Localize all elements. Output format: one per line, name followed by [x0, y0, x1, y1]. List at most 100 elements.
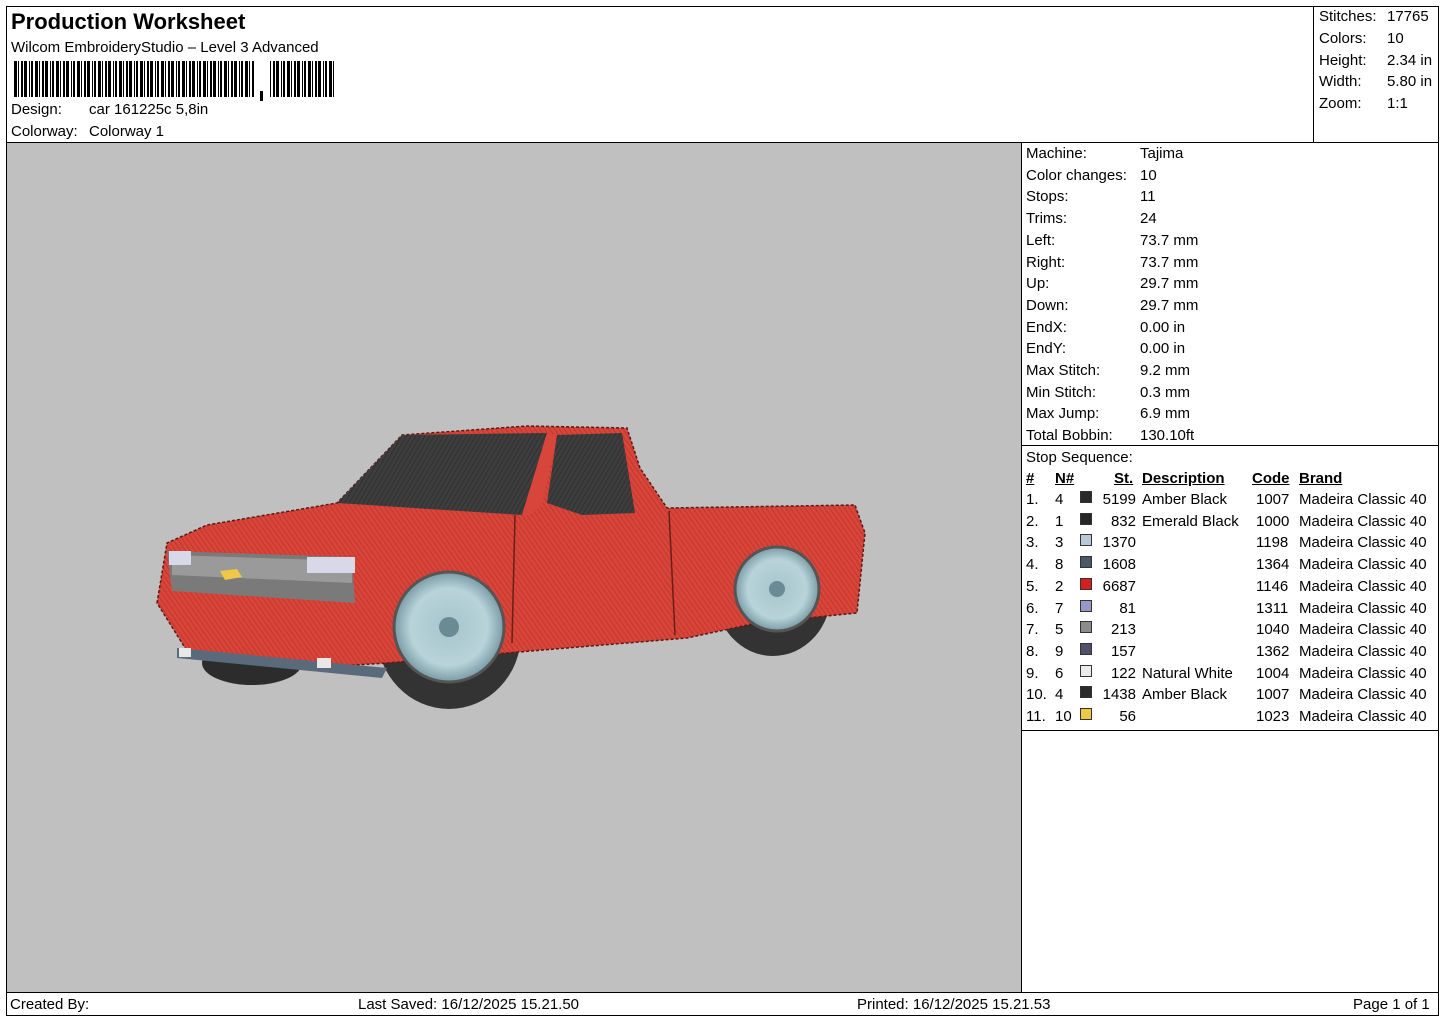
- row-brand: Madeira Classic 40: [1299, 534, 1427, 552]
- row-brand: Madeira Classic 40: [1299, 664, 1427, 682]
- row-stitches: 832: [1110, 512, 1136, 530]
- row-brand: Madeira Classic 40: [1299, 491, 1427, 508]
- machine-info-value: Tajima: [1140, 145, 1184, 162]
- stop-sequence-row: 8. 9 157 1362 Madeira Classic 40: [1022, 642, 1439, 665]
- machine-info-value: 0.00 in: [1140, 318, 1186, 336]
- col-header-n: N#: [1055, 470, 1075, 487]
- stat-height: Height: 2.34 in: [1319, 52, 1433, 69]
- machine-info-value: 73.7 mm: [1140, 253, 1199, 271]
- row-description: Emerald Black: [1142, 512, 1239, 530]
- machine-info-value: 24: [1140, 210, 1157, 228]
- row-code: 1007: [1256, 686, 1290, 704]
- col-header-brand: Brand: [1299, 470, 1343, 487]
- stop-sequence-row: 7. 5 213 1040 Madeira Classic 40: [1022, 621, 1439, 643]
- machine-info-label: Trims:: [1026, 210, 1068, 228]
- row-index: 11.: [1026, 708, 1046, 725]
- machine-info-label: Right:: [1026, 253, 1066, 271]
- row-needle: 7: [1055, 599, 1064, 617]
- row-stitches: 1438: [1102, 686, 1136, 704]
- machine-info-value: 29.7 mm: [1140, 296, 1199, 314]
- row-index: 9.: [1026, 664, 1039, 682]
- machine-info-value: 29.7 mm: [1140, 275, 1199, 293]
- row-brand: Madeira Classic 40: [1299, 708, 1427, 725]
- row-code: 1023: [1256, 708, 1290, 725]
- row-needle: 5: [1055, 621, 1064, 639]
- thread-color-swatch: [1080, 556, 1092, 569]
- design-row: Design: car 161225c 5,8in: [11, 101, 208, 118]
- machine-info-row: Max Jump: 6.9 mm: [1026, 405, 1190, 422]
- col-header-st: St.: [1114, 470, 1134, 487]
- row-index: 2.: [1026, 512, 1039, 530]
- panel-separator: [1022, 445, 1439, 446]
- stop-sequence-row: 3. 3 1370 1198 Madeira Classic 40: [1022, 534, 1439, 556]
- stat-colors: Colors: 10: [1319, 30, 1404, 47]
- printed-date: Printed: 16/12/2025 15.21.53: [857, 996, 1051, 1013]
- design-preview: [7, 143, 1021, 992]
- row-code: 1362: [1256, 642, 1290, 660]
- machine-info-value: 11: [1140, 188, 1156, 206]
- colorway-value: Colorway 1: [89, 123, 165, 140]
- machine-info-row: Machine: Tajima: [1026, 145, 1183, 162]
- info-panel: Machine: Tajima Color changes: 10 Stops: 11 Tr…: [1022, 143, 1439, 992]
- stop-sequence-row: 6. 7 81 1311 Madeira Classic 40: [1022, 599, 1439, 622]
- row-needle: 6: [1055, 664, 1064, 682]
- row-code: 1364: [1256, 556, 1290, 574]
- row-needle: 1: [1055, 512, 1064, 530]
- row-index: 4.: [1026, 556, 1039, 574]
- stop-sequence-title: Stop Sequence:: [1026, 449, 1133, 466]
- col-header-code: Code: [1252, 470, 1290, 487]
- row-index: 1.: [1026, 491, 1039, 508]
- stop-sequence-row: 11. 10 56 1023 Madeira Classic 40: [1022, 708, 1439, 730]
- page-number: Page 1 of 1: [1353, 996, 1430, 1013]
- row-stitches: 1608: [1102, 556, 1136, 574]
- machine-info-row: Total Bobbin: 130.10ft: [1026, 427, 1194, 444]
- stop-sequence-row: 9. 6 122 Natural White 1004 Madeira Classic 4…: [1022, 664, 1439, 687]
- colorway-label: Colorway:: [11, 123, 78, 140]
- row-index: 10.: [1026, 686, 1047, 704]
- row-brand: Madeira Classic 40: [1299, 512, 1427, 530]
- row-brand: Madeira Classic 40: [1299, 642, 1427, 660]
- row-brand: Madeira Classic 40: [1299, 621, 1427, 639]
- row-stitches: 6687: [1102, 577, 1136, 595]
- thread-color-swatch: [1080, 577, 1092, 590]
- row-index: 6.: [1026, 599, 1039, 617]
- machine-info-label: Left:: [1026, 231, 1056, 249]
- machine-info-label: Color changes:: [1026, 166, 1127, 184]
- thread-color-swatch: [1080, 491, 1092, 503]
- machine-info-label: EndX:: [1026, 318, 1067, 336]
- row-code: 1311: [1256, 599, 1289, 617]
- worksheet-title: Production Worksheet: [11, 9, 246, 34]
- machine-info-row: EndY: 0.00 in: [1026, 340, 1185, 357]
- row-brand: Madeira Classic 40: [1299, 577, 1427, 595]
- footer-divider: [6, 992, 1439, 993]
- row-description: Amber Black: [1142, 491, 1228, 508]
- row-code: 1040: [1256, 621, 1290, 639]
- last-saved: Last Saved: 16/12/2025 15.21.50: [358, 996, 580, 1013]
- row-needle: 2: [1055, 577, 1064, 595]
- design-label: Design:: [11, 101, 62, 118]
- machine-info-label: Stops:: [1026, 188, 1069, 206]
- row-index: 8.: [1026, 642, 1039, 660]
- row-stitches: 122: [1110, 664, 1136, 682]
- machine-info-value: 10: [1140, 166, 1157, 184]
- row-code: 1004: [1256, 664, 1290, 682]
- row-brand: Madeira Classic 40: [1299, 686, 1427, 704]
- row-brand: Madeira Classic 40: [1299, 556, 1427, 574]
- row-description: Amber Black: [1142, 686, 1228, 704]
- row-needle: 4: [1055, 491, 1064, 508]
- thread-color-swatch: [1080, 534, 1092, 547]
- row-code: 1000: [1256, 512, 1290, 530]
- machine-info-value: 6.9 mm: [1140, 405, 1191, 423]
- thread-color-swatch: [1080, 642, 1092, 655]
- row-needle: 3: [1055, 534, 1064, 552]
- row-stitches: 56: [1119, 708, 1136, 725]
- row-description: Natural White: [1142, 664, 1233, 682]
- machine-info-label: Max Jump:: [1026, 405, 1100, 423]
- stat-stitches: Stitches: 17765: [1319, 8, 1429, 25]
- machine-info-row: Right: 73.7 mm: [1026, 254, 1198, 271]
- machine-info-label: EndY:: [1026, 340, 1067, 358]
- machine-info-row: Trims: 24: [1026, 210, 1157, 227]
- row-needle: 10: [1055, 708, 1072, 725]
- stop-sequence-row: 5. 2 6687 1146 Madeira Classic 40: [1022, 577, 1439, 600]
- design-stats: Stitches: 17765 Colors: 10 Height: 2.34 in …: [1313, 6, 1439, 143]
